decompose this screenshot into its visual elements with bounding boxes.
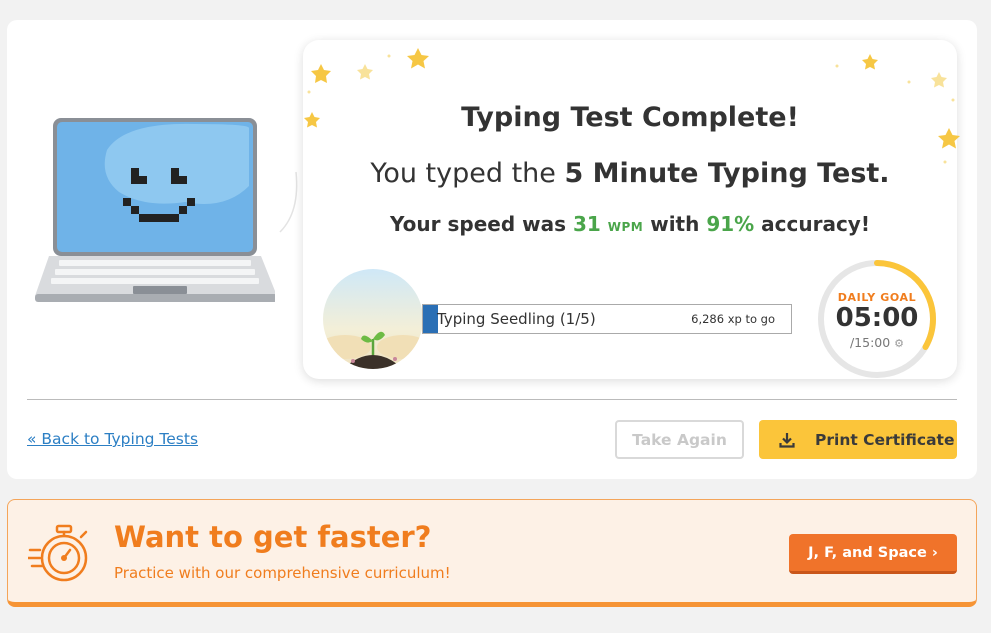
speed-middle: with: [643, 212, 707, 236]
level-progress-fill: [423, 305, 438, 333]
seedling-level-icon: [323, 269, 423, 369]
test-name: 5 Minute Typing Test.: [564, 158, 890, 189]
results-card: Typing Test Complete! You typed the 5 Mi…: [7, 20, 977, 479]
daily-goal-total: /15:00 ⚙: [816, 335, 938, 350]
daily-goal-total-text: /15:00: [849, 335, 891, 350]
speed-summary: Your speed was 31 WPM with 91% accuracy!: [303, 212, 957, 236]
curriculum-lesson-button[interactable]: J, F, and Space ›: [789, 534, 957, 574]
result-subtitle: You typed the 5 Minute Typing Test.: [303, 158, 957, 189]
daily-goal-time: 05:00: [835, 303, 919, 333]
subtitle-prefix: You typed the: [370, 158, 565, 189]
accuracy-value: 91%: [706, 212, 755, 236]
speed-prefix: Your speed was: [390, 212, 573, 236]
level-progress-bar: Typing Seedling (1/5) 6,286 xp to go: [422, 304, 792, 334]
curriculum-promo: Want to get faster? Practice with our co…: [7, 499, 977, 607]
result-bubble: Typing Test Complete! You typed the 5 Mi…: [303, 40, 957, 379]
gear-icon[interactable]: ⚙: [894, 337, 904, 350]
divider: [27, 399, 957, 400]
daily-goal-widget[interactable]: DAILY GOAL 05:00 /15:00 ⚙: [816, 258, 938, 380]
download-icon: [779, 432, 795, 448]
print-certificate-label: Print Certificate: [815, 430, 955, 449]
promo-title: Want to get faster?: [114, 520, 432, 554]
result-title: Typing Test Complete!: [461, 102, 799, 133]
level-name: Typing Seedling (1/5): [437, 310, 596, 328]
wpm-unit: WPM: [607, 220, 644, 234]
promo-subtitle: Practice with our comprehensive curricul…: [114, 564, 451, 582]
back-to-typing-tests-link[interactable]: « Back to Typing Tests: [27, 430, 198, 448]
take-again-button[interactable]: Take Again: [615, 420, 744, 459]
speed-suffix: accuracy!: [754, 212, 870, 236]
wpm-value: 31: [572, 212, 601, 236]
laptop-smiley-illustration: [35, 118, 275, 302]
stopwatch-icon: [28, 524, 88, 582]
level-xp-to-go: 6,286 xp to go: [691, 312, 775, 326]
print-certificate-button[interactable]: Print Certificate: [759, 420, 957, 459]
